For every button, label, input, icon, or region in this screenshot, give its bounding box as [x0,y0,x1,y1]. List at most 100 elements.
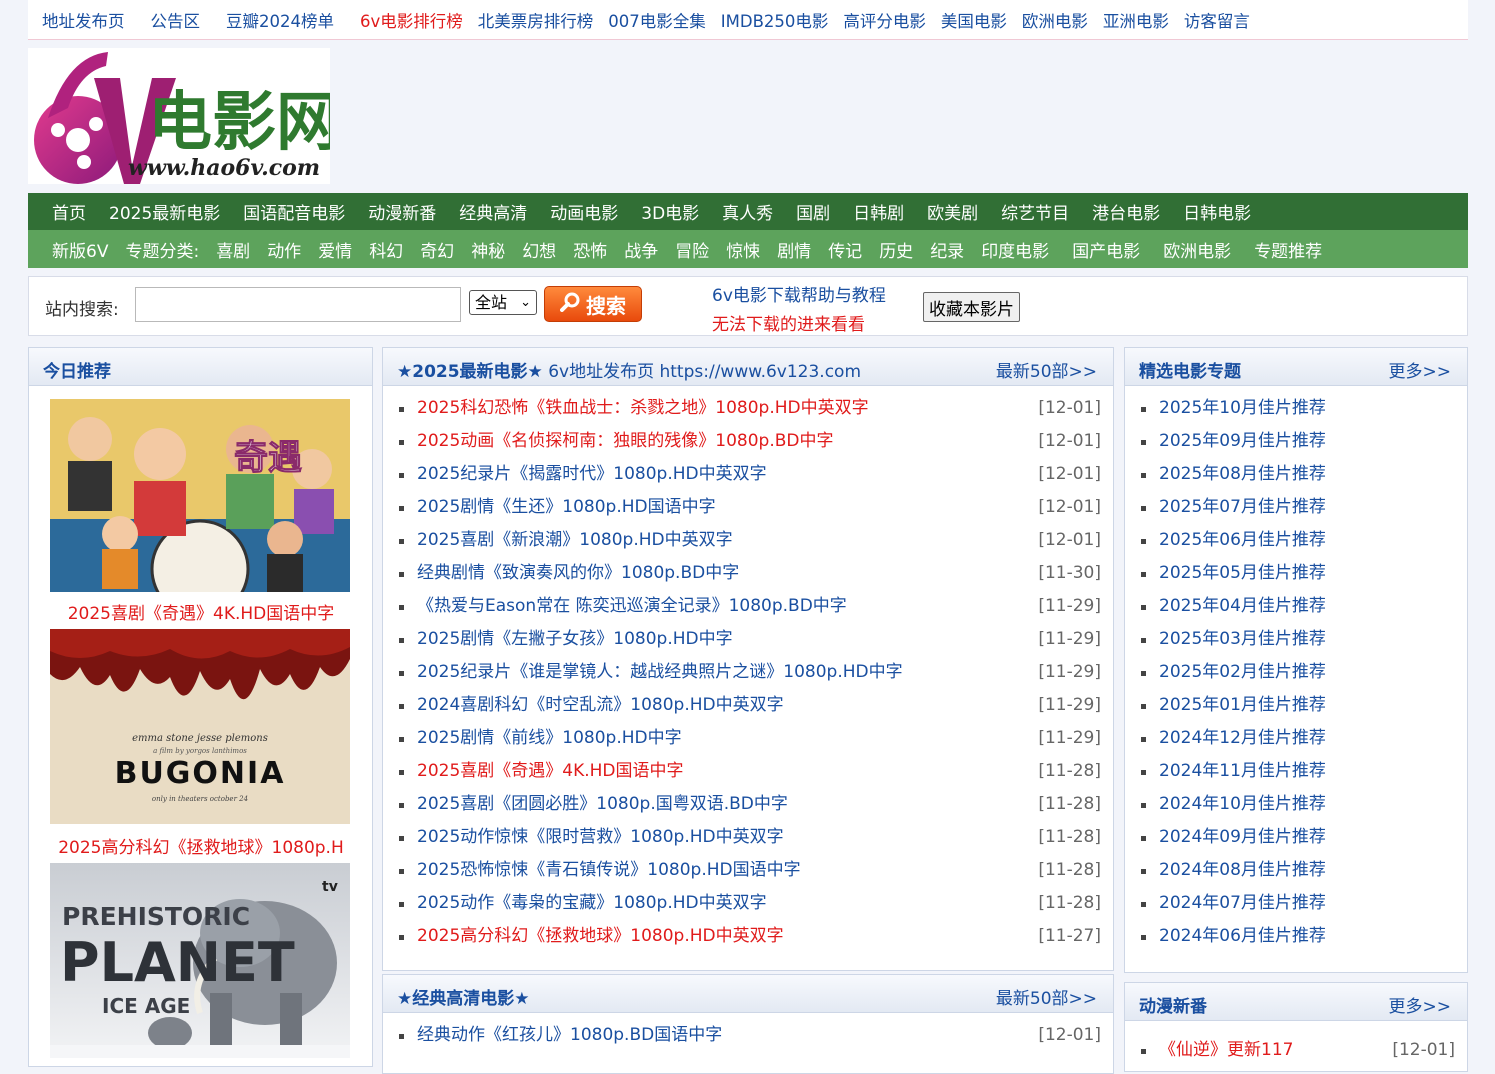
list-item-link[interactable]: 2024年07月佳片推荐 [1159,893,1326,913]
download-issue-link[interactable]: 无法下载的进来看看 [712,310,865,335]
category-item[interactable]: 奇幻 [420,237,454,262]
category-item[interactable]: 印度电影 [981,237,1049,262]
top-link[interactable]: 美国电影 [941,8,1007,32]
category-item[interactable]: 动作 [267,237,301,262]
category-item[interactable]: 纪录 [930,237,964,262]
list-item-link[interactable]: 2024年06月佳片推荐 [1159,926,1326,946]
category-item[interactable]: 历史 [879,237,913,262]
nav-item[interactable]: 3D电影 [641,199,699,224]
list-item-link[interactable]: 《仙逆》更新117 [1159,1040,1293,1060]
top-link[interactable]: 公告区 [151,8,201,32]
nav-item[interactable]: 港台电影 [1092,199,1160,224]
list-item-link[interactable]: 2025科幻恐怖《铁血战士：杀戮之地》1080p.HD中英双字 [417,398,869,418]
nav-item[interactable]: 日韩电影 [1183,199,1251,224]
list-item-link[interactable]: 2025年04月佳片推荐 [1159,596,1326,616]
category-item[interactable]: 战争 [624,237,658,262]
list-item-link[interactable]: 2025喜剧《奇遇》4K.HD国语中字 [417,761,684,781]
list-item-link[interactable]: 2025纪录片《谁是掌镜人：越战经典照片之谜》1080p.HD中字 [417,662,903,682]
nav-item[interactable]: 动画电影 [550,199,618,224]
list-item-link[interactable]: 2024年10月佳片推荐 [1159,794,1326,814]
topic-list: 2025年10月佳片推荐 2025年09月佳片推荐 2025年08月佳片推荐 2025… [1125,386,1467,953]
anime-more-link[interactable]: 更多>> [1389,992,1452,1017]
category-item[interactable]: 爱情 [318,237,352,262]
poster-caption-1[interactable]: 2025喜剧《奇遇》4K.HD国语中字 [29,599,373,624]
list-item-link[interactable]: 2025年10月佳片推荐 [1159,398,1326,418]
top-link[interactable]: 地址发布页 [42,8,125,32]
list-item-link[interactable]: 2025年05月佳片推荐 [1159,563,1326,583]
list-item-link[interactable]: 2025年06月佳片推荐 [1159,530,1326,550]
list-item-link[interactable]: 2025动作惊悚《限时营救》1080p.HD中英双字 [417,827,784,847]
poster-image-1[interactable]: 奇遇 [50,399,350,592]
nav-item[interactable]: 欧美剧 [927,199,978,224]
search-button[interactable]: 搜索 [544,286,642,322]
top-link[interactable]: 高评分电影 [843,8,926,32]
classic-more-link[interactable]: 最新50部>> [996,984,1097,1009]
category-item[interactable]: 惊悚 [726,237,760,262]
poster-caption-2[interactable]: 2025高分科幻《拯救地球》1080p.H [29,833,373,858]
list-item-link[interactable]: 2025年01月佳片推荐 [1159,695,1326,715]
poster-image-3[interactable]: PREHISTORIC PLANET ICE AGE tv [50,863,350,1058]
list-item-link[interactable]: 2025剧情《生还》1080p.HD国语中字 [417,497,716,517]
top-link[interactable]: 北美票房排行榜 [478,8,594,32]
category-item[interactable]: 欧洲电影 [1163,237,1231,262]
favorite-button[interactable]: 收藏本影片 [923,292,1020,322]
top-link[interactable]: 欧洲电影 [1022,8,1088,32]
category-item[interactable]: 冒险 [675,237,709,262]
list-item-link[interactable]: 2025动画《名侦探柯南：独眼的残像》1080p.BD中字 [417,431,833,451]
category-item[interactable]: 专题推荐 [1254,237,1322,262]
nav-item[interactable]: 综艺节目 [1001,199,1069,224]
nav-item[interactable]: 经典高清 [459,199,527,224]
panel-header: 动漫新番 更多>> [1125,983,1467,1021]
list-item-link[interactable]: 《热爱与Eason常在 陈奕迅巡演全记录》1080p.BD中字 [417,596,847,616]
top-link[interactable]: 007电影全集 [608,8,706,32]
category-item[interactable]: 恐怖 [573,237,607,262]
top-link[interactable]: 访客留言 [1184,8,1250,32]
nav-item[interactable]: 日韩剧 [853,199,904,224]
category-item[interactable]: 神秘 [471,237,505,262]
nav-item[interactable]: 首页 [52,199,86,224]
site-logo[interactable]: 电影网 www.hao6v.com [28,48,330,184]
list-item-link[interactable]: 2024年08月佳片推荐 [1159,860,1326,880]
list-item-link[interactable]: 2025喜剧《新浪潮》1080p.HD中英双字 [417,530,733,550]
nav-item[interactable]: 2025最新电影 [109,199,220,224]
top-link[interactable]: 6v电影排行榜 [360,8,463,32]
list-item-link[interactable]: 2024年11月佳片推荐 [1159,761,1326,781]
list-item-link[interactable]: 2025年02月佳片推荐 [1159,662,1326,682]
list-item-link[interactable]: 2025恐怖惊悚《青石镇传说》1080p.HD国语中字 [417,860,801,880]
search-input[interactable] [135,287,461,322]
latest-more-link[interactable]: 最新50部>> [996,357,1097,382]
list-item-link[interactable]: 经典剧情《致演奏风的你》1080p.BD中字 [417,563,739,583]
list-item-link[interactable]: 2025喜剧《团圆必胜》1080p.国粤双语.BD中字 [417,794,788,814]
list-item-link[interactable]: 2025剧情《左撇子女孩》1080p.HD中字 [417,629,733,649]
top-link[interactable]: 亚洲电影 [1103,8,1169,32]
list-item-link[interactable]: 2025年03月佳片推荐 [1159,629,1326,649]
top-link[interactable]: 豆瓣2024榜单 [226,8,334,32]
list-item-link[interactable]: 2025剧情《前线》1080p.HD中字 [417,728,682,748]
list-item-link[interactable]: 2025高分科幻《拯救地球》1080p.HD中英双字 [417,926,784,946]
poster-image-2[interactable]: emma stone jesse plemons a film by yorgo… [50,629,350,824]
list-item-link[interactable]: 2025动作《毒枭的宝藏》1080p.HD中英双字 [417,893,767,913]
list-item-link[interactable]: 2025年09月佳片推荐 [1159,431,1326,451]
category-item[interactable]: 喜剧 [216,237,250,262]
category-item[interactable]: 国产电影 [1072,237,1140,262]
category-item[interactable]: 传记 [828,237,862,262]
download-help-link[interactable]: 6v电影下载帮助与教程 [712,281,886,306]
search-scope-select[interactable]: 全站 ⌄ [469,290,537,315]
category-item[interactable]: 科幻 [369,237,403,262]
list-item-link[interactable]: 经典动作《红孩儿》1080p.BD国语中字 [417,1025,722,1045]
list-item-link[interactable]: 2025纪录片《揭露时代》1080p.HD中英双字 [417,464,767,484]
list-item-link[interactable]: 2025年08月佳片推荐 [1159,464,1326,484]
list-item-link[interactable]: 2024喜剧科幻《时空乱流》1080p.HD中英双字 [417,695,784,715]
list-item-link[interactable]: 2024年09月佳片推荐 [1159,827,1326,847]
nav-item[interactable]: 国剧 [796,199,830,224]
list-item-link[interactable]: 2024年12月佳片推荐 [1159,728,1326,748]
topics-more-link[interactable]: 更多>> [1389,357,1452,382]
nav-item[interactable]: 动漫新番 [368,199,436,224]
top-link[interactable]: IMDB250电影 [721,8,829,32]
category-item[interactable]: 新版6V [52,237,108,262]
nav-item[interactable]: 真人秀 [722,199,773,224]
list-item-link[interactable]: 2025年07月佳片推荐 [1159,497,1326,517]
nav-item[interactable]: 国语配音电影 [243,199,345,224]
category-item[interactable]: 幻想 [522,237,556,262]
category-item[interactable]: 剧情 [777,237,811,262]
